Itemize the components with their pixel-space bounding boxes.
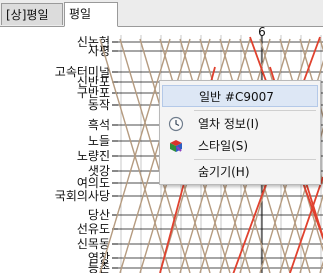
tab-weekday[interactable]: 평일 xyxy=(64,2,118,27)
tab-weekday-up[interactable]: [상]평일 xyxy=(1,3,63,25)
context-menu: 일반 #C9007 열차 정보(I) 스타일(S) 숨기기(H) xyxy=(159,80,321,185)
station-label: 노량진 xyxy=(77,149,110,163)
clock-icon xyxy=(168,116,184,132)
menu-item-hide[interactable]: 숨기기(H) xyxy=(162,161,318,183)
menu-item-train-id[interactable]: 일반 #C9007 xyxy=(162,85,318,107)
station-label: 당산 xyxy=(88,208,110,222)
palette-icon xyxy=(170,140,182,152)
time-label: 6 xyxy=(258,27,266,39)
menu-separator xyxy=(194,110,316,111)
menu-item-style[interactable]: 스타일(S) xyxy=(162,135,318,157)
menu-item-train-id-label: 일반 #C9007 xyxy=(199,90,274,104)
station-label: 사평 xyxy=(88,44,110,58)
station-label: 흑석 xyxy=(88,118,110,132)
station-label: 신목동 xyxy=(77,237,110,251)
station-label: 동작 xyxy=(88,98,110,112)
menu-item-hide-label: 숨기기(H) xyxy=(198,165,250,179)
menu-item-train-info-label: 열차 정보(I) xyxy=(198,117,259,131)
menu-item-style-label: 스타일(S) xyxy=(198,139,249,153)
station-label: 노들 xyxy=(88,134,110,148)
station-label: 국회의사당 xyxy=(55,189,110,203)
tab-bar: [상]평일 평일 xyxy=(0,0,323,27)
station-label: 선유도 xyxy=(77,222,110,236)
station-label: 등촌 xyxy=(88,261,110,273)
menu-item-train-info[interactable]: 열차 정보(I) xyxy=(162,113,318,135)
menu-separator xyxy=(194,159,316,160)
station-label: 여의도 xyxy=(77,176,110,190)
